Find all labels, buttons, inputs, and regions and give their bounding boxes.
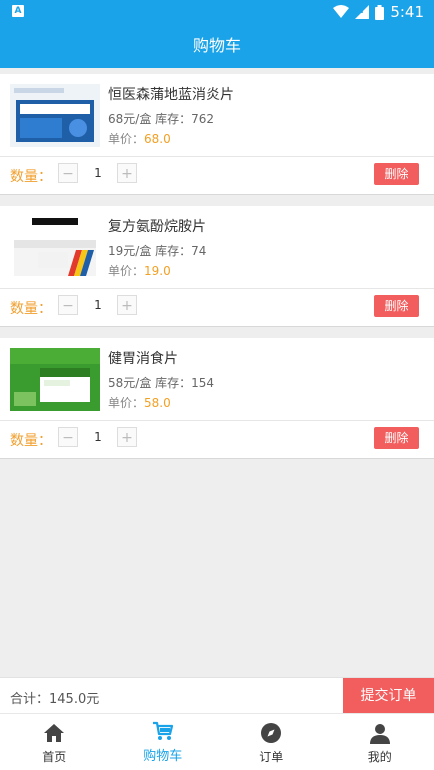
cart-icon <box>152 720 174 742</box>
total-amount: 合计：145.0元 <box>10 688 99 707</box>
wifi-icon <box>333 5 349 19</box>
submit-order-button[interactable]: 提交订单 <box>343 678 434 714</box>
cart-list: 恒医森蒲地蓝消炎片 68元/盒 库存：762 单价：68.0 数量： − 1 +… <box>0 74 434 470</box>
product-name: 恒医森蒲地蓝消炎片 <box>108 84 234 104</box>
quantity-label: 数量： <box>10 298 52 318</box>
quantity-value: 1 <box>88 298 108 312</box>
home-icon <box>43 722 65 744</box>
decrease-quantity-button[interactable]: − <box>58 427 78 447</box>
product-image[interactable] <box>10 348 100 411</box>
price-value: 58.0 <box>144 396 171 410</box>
product-price: 单价：68.0 <box>108 130 171 147</box>
cart-item: 恒医森蒲地蓝消炎片 68元/盒 库存：762 单价：68.0 数量： − 1 +… <box>0 74 434 195</box>
quantity-label: 数量： <box>10 430 52 450</box>
cart-item: 复方氨酚烷胺片 19元/盒 库存：74 单价：19.0 数量： − 1 + 删除 <box>0 206 434 327</box>
delete-button[interactable]: 删除 <box>374 427 419 449</box>
delete-button[interactable]: 删除 <box>374 163 419 185</box>
checkout-bar: 合计：145.0元 提交订单 <box>0 677 434 714</box>
price-label: 单价： <box>108 132 144 146</box>
signal-icon <box>355 5 369 19</box>
price-value: 68.0 <box>144 132 171 146</box>
status-bar: A 5:41 <box>0 0 434 24</box>
divider <box>0 288 434 289</box>
tab-orders[interactable]: 订单 <box>217 714 326 770</box>
price-value: 19.0 <box>144 264 171 278</box>
cart-item: 健胃消食片 58元/盒 库存：154 单价：58.0 数量： − 1 + 删除 <box>0 338 434 459</box>
page-title: 购物车 <box>193 24 241 68</box>
product-stock: 68元/盒 库存：762 <box>108 110 214 127</box>
tab-label: 订单 <box>217 748 326 765</box>
product-price: 单价：19.0 <box>108 262 171 279</box>
price-label: 单价： <box>108 396 144 410</box>
divider <box>0 420 434 421</box>
battery-icon <box>375 5 384 20</box>
quantity-value: 1 <box>88 166 108 180</box>
tab-label: 我的 <box>326 748 434 765</box>
app-header: 购物车 <box>0 24 434 68</box>
product-name: 健胃消食片 <box>108 348 178 368</box>
decrease-quantity-button[interactable]: − <box>58 295 78 315</box>
increase-quantity-button[interactable]: + <box>117 427 137 447</box>
bottom-tab-bar: 首页 购物车 订单 我的 <box>0 713 434 770</box>
tab-label: 首页 <box>0 748 109 765</box>
quantity-label: 数量： <box>10 166 52 186</box>
tab-mine[interactable]: 我的 <box>326 714 434 770</box>
product-stock: 19元/盒 库存：74 <box>108 242 206 259</box>
user-icon <box>369 722 391 744</box>
product-stock: 58元/盒 库存：154 <box>108 374 214 391</box>
product-image[interactable] <box>10 216 100 279</box>
increase-quantity-button[interactable]: + <box>117 163 137 183</box>
notification-badge-icon: A <box>12 5 24 17</box>
tab-home[interactable]: 首页 <box>0 714 109 770</box>
status-time: 5:41 <box>390 3 424 21</box>
quantity-value: 1 <box>88 430 108 444</box>
product-price: 单价：58.0 <box>108 394 171 411</box>
tab-label: 购物车 <box>109 745 218 764</box>
decrease-quantity-button[interactable]: − <box>58 163 78 183</box>
divider <box>0 156 434 157</box>
status-icons: 5:41 <box>333 2 424 22</box>
tab-cart[interactable]: 购物车 <box>109 714 218 770</box>
product-name: 复方氨酚烷胺片 <box>108 216 206 236</box>
delete-button[interactable]: 删除 <box>374 295 419 317</box>
compass-icon <box>260 722 282 744</box>
increase-quantity-button[interactable]: + <box>117 295 137 315</box>
price-label: 单价： <box>108 264 144 278</box>
product-image[interactable] <box>10 84 100 147</box>
